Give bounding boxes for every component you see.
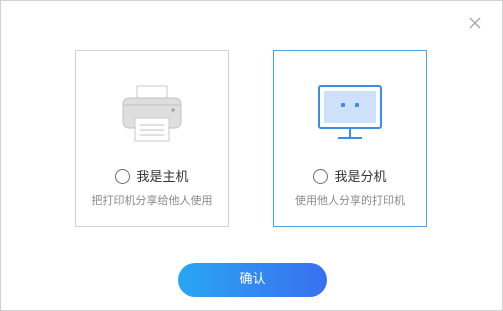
- option-host-title: 我是主机: [136, 170, 189, 185]
- option-host-radio-row[interactable]: 我是主机: [76, 169, 228, 186]
- option-client-radio-row[interactable]: 我是分机: [274, 169, 426, 186]
- share-printer-dialog: 我是主机 把打印机分享给他人使用 我是分机 使用他人分享的打印机 确认: [0, 0, 503, 311]
- option-client-description: 使用他人分享的打印机: [295, 194, 405, 207]
- close-button[interactable]: [467, 15, 483, 31]
- printer-illustration: [76, 84, 228, 144]
- option-client-title: 我是分机: [334, 170, 387, 185]
- option-card-host[interactable]: 我是主机 把打印机分享给他人使用: [75, 50, 229, 227]
- close-icon: [469, 17, 481, 29]
- option-card-client[interactable]: 我是分机 使用他人分享的打印机: [273, 50, 427, 227]
- printer-icon: [122, 85, 182, 142]
- client-radio-button[interactable]: [313, 169, 329, 184]
- option-host-description: 把打印机分享给他人使用: [91, 194, 213, 207]
- monitor-illustration: [274, 84, 426, 144]
- confirm-button[interactable]: 确认: [178, 263, 327, 297]
- host-radio-button[interactable]: [115, 169, 131, 184]
- monitor-icon: [318, 85, 382, 139]
